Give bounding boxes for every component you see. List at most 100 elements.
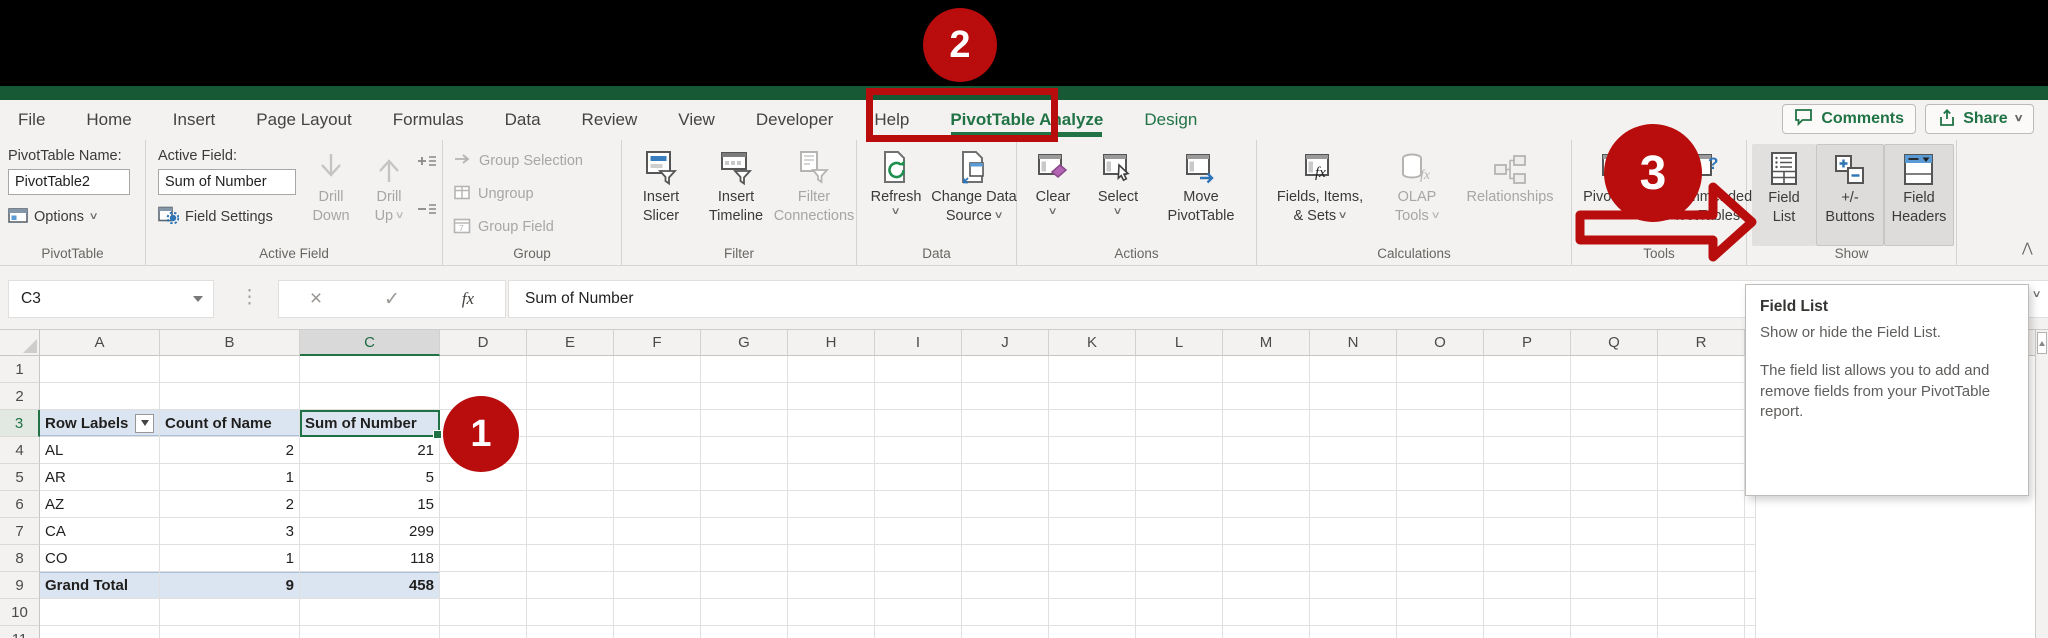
cell-j3[interactable] <box>962 410 1049 437</box>
cell-i1[interactable] <box>875 356 962 383</box>
cell-l2[interactable] <box>1136 383 1223 410</box>
cell-n5[interactable] <box>1310 464 1397 491</box>
cell-o9[interactable] <box>1397 572 1484 599</box>
cell-c7[interactable]: 299 <box>300 518 440 545</box>
cell-p11[interactable] <box>1484 626 1571 638</box>
cell-m10[interactable] <box>1223 599 1310 626</box>
column-header-g[interactable]: G <box>701 330 788 356</box>
formula-bar-expand-icon[interactable] <box>2031 290 2041 300</box>
cell-g1[interactable] <box>701 356 788 383</box>
cell-e11[interactable] <box>527 626 614 638</box>
column-header-k[interactable]: K <box>1049 330 1136 356</box>
cell-n10[interactable] <box>1310 599 1397 626</box>
tab-formulas[interactable]: Formulas <box>393 100 464 140</box>
cell-k10[interactable] <box>1049 599 1136 626</box>
cell-p8[interactable] <box>1484 545 1571 572</box>
cell-a5[interactable]: AR <box>40 464 160 491</box>
cell-a7[interactable]: CA <box>40 518 160 545</box>
cell-f6[interactable] <box>614 491 701 518</box>
cell-j10[interactable] <box>962 599 1049 626</box>
cell-a2[interactable] <box>40 383 160 410</box>
cell-c8[interactable]: 118 <box>300 545 440 572</box>
cell-h10[interactable] <box>788 599 875 626</box>
cell-e7[interactable] <box>527 518 614 545</box>
cell-o1[interactable] <box>1397 356 1484 383</box>
cell-g8[interactable] <box>701 545 788 572</box>
cell-f1[interactable] <box>614 356 701 383</box>
cell-p4[interactable] <box>1484 437 1571 464</box>
cell-l9[interactable] <box>1136 572 1223 599</box>
cell-a10[interactable] <box>40 599 160 626</box>
cell-k3[interactable] <box>1049 410 1136 437</box>
cell-l10[interactable] <box>1136 599 1223 626</box>
cell-o6[interactable] <box>1397 491 1484 518</box>
cell-k9[interactable] <box>1049 572 1136 599</box>
cell-i9[interactable] <box>875 572 962 599</box>
tab-data[interactable]: Data <box>505 100 541 140</box>
cell-c3[interactable]: Sum of Number <box>300 410 440 437</box>
cell-d8[interactable] <box>440 545 527 572</box>
cell-l7[interactable] <box>1136 518 1223 545</box>
cell-j11[interactable] <box>962 626 1049 638</box>
cell-b11[interactable] <box>160 626 300 638</box>
cell-k7[interactable] <box>1049 518 1136 545</box>
cell-o2[interactable] <box>1397 383 1484 410</box>
cell-l3[interactable] <box>1136 410 1223 437</box>
field-settings-button[interactable]: Field Settings <box>158 204 273 230</box>
cell-b9[interactable]: 9 <box>160 572 300 599</box>
cell-d10[interactable] <box>440 599 527 626</box>
cell-n7[interactable] <box>1310 518 1397 545</box>
cell-q5[interactable] <box>1571 464 1658 491</box>
tab-review[interactable]: Review <box>582 100 638 140</box>
cell-g5[interactable] <box>701 464 788 491</box>
cell-q3[interactable] <box>1571 410 1658 437</box>
cell-i6[interactable] <box>875 491 962 518</box>
cell-l11[interactable] <box>1136 626 1223 638</box>
cell-r1[interactable] <box>1658 356 1745 383</box>
refresh-button[interactable]: Refresh <box>861 144 931 217</box>
cell-a4[interactable]: AL <box>40 437 160 464</box>
cell-f5[interactable] <box>614 464 701 491</box>
cell-n6[interactable] <box>1310 491 1397 518</box>
cell-i5[interactable] <box>875 464 962 491</box>
insert-timeline-button[interactable]: Insert Timeline <box>698 144 774 226</box>
enter-icon[interactable]: ✓ <box>384 288 400 311</box>
cell-d1[interactable] <box>440 356 527 383</box>
column-header-i[interactable]: I <box>875 330 962 356</box>
cell-c6[interactable]: 15 <box>300 491 440 518</box>
cell-q11[interactable] <box>1571 626 1658 638</box>
cell-d6[interactable] <box>440 491 527 518</box>
cell-f9[interactable] <box>614 572 701 599</box>
cell-d7[interactable] <box>440 518 527 545</box>
scroll-up-button[interactable] <box>2037 332 2047 354</box>
cell-m1[interactable] <box>1223 356 1310 383</box>
cell-p5[interactable] <box>1484 464 1571 491</box>
column-header-a[interactable]: A <box>40 330 160 356</box>
move-pivottable-button[interactable]: Move PivotTable <box>1153 144 1249 226</box>
row-header-6[interactable]: 6 <box>0 491 40 518</box>
row-header-7[interactable]: 7 <box>0 518 40 545</box>
tab-insert[interactable]: Insert <box>173 100 216 140</box>
change-data-source-button[interactable]: Change Data Source <box>931 144 1017 226</box>
cell-f7[interactable] <box>614 518 701 545</box>
insert-slicer-button[interactable]: Insert Slicer <box>626 144 696 226</box>
cell-o3[interactable] <box>1397 410 1484 437</box>
cell-n2[interactable] <box>1310 383 1397 410</box>
name-box[interactable]: C3 <box>8 280 214 318</box>
cell-o8[interactable] <box>1397 545 1484 572</box>
row-labels-filter-button[interactable] <box>135 413 154 433</box>
cell-b8[interactable]: 1 <box>160 545 300 572</box>
cell-b7[interactable]: 3 <box>160 518 300 545</box>
cell-r10[interactable] <box>1658 599 1745 626</box>
cell-d9[interactable] <box>440 572 527 599</box>
cell-i4[interactable] <box>875 437 962 464</box>
cell-c11[interactable] <box>300 626 440 638</box>
cell-o7[interactable] <box>1397 518 1484 545</box>
cell-h3[interactable] <box>788 410 875 437</box>
cell-p10[interactable] <box>1484 599 1571 626</box>
cell-g2[interactable] <box>701 383 788 410</box>
cell-j8[interactable] <box>962 545 1049 572</box>
tab-home[interactable]: Home <box>86 100 131 140</box>
select-button[interactable]: Select <box>1087 144 1149 217</box>
cell-h4[interactable] <box>788 437 875 464</box>
